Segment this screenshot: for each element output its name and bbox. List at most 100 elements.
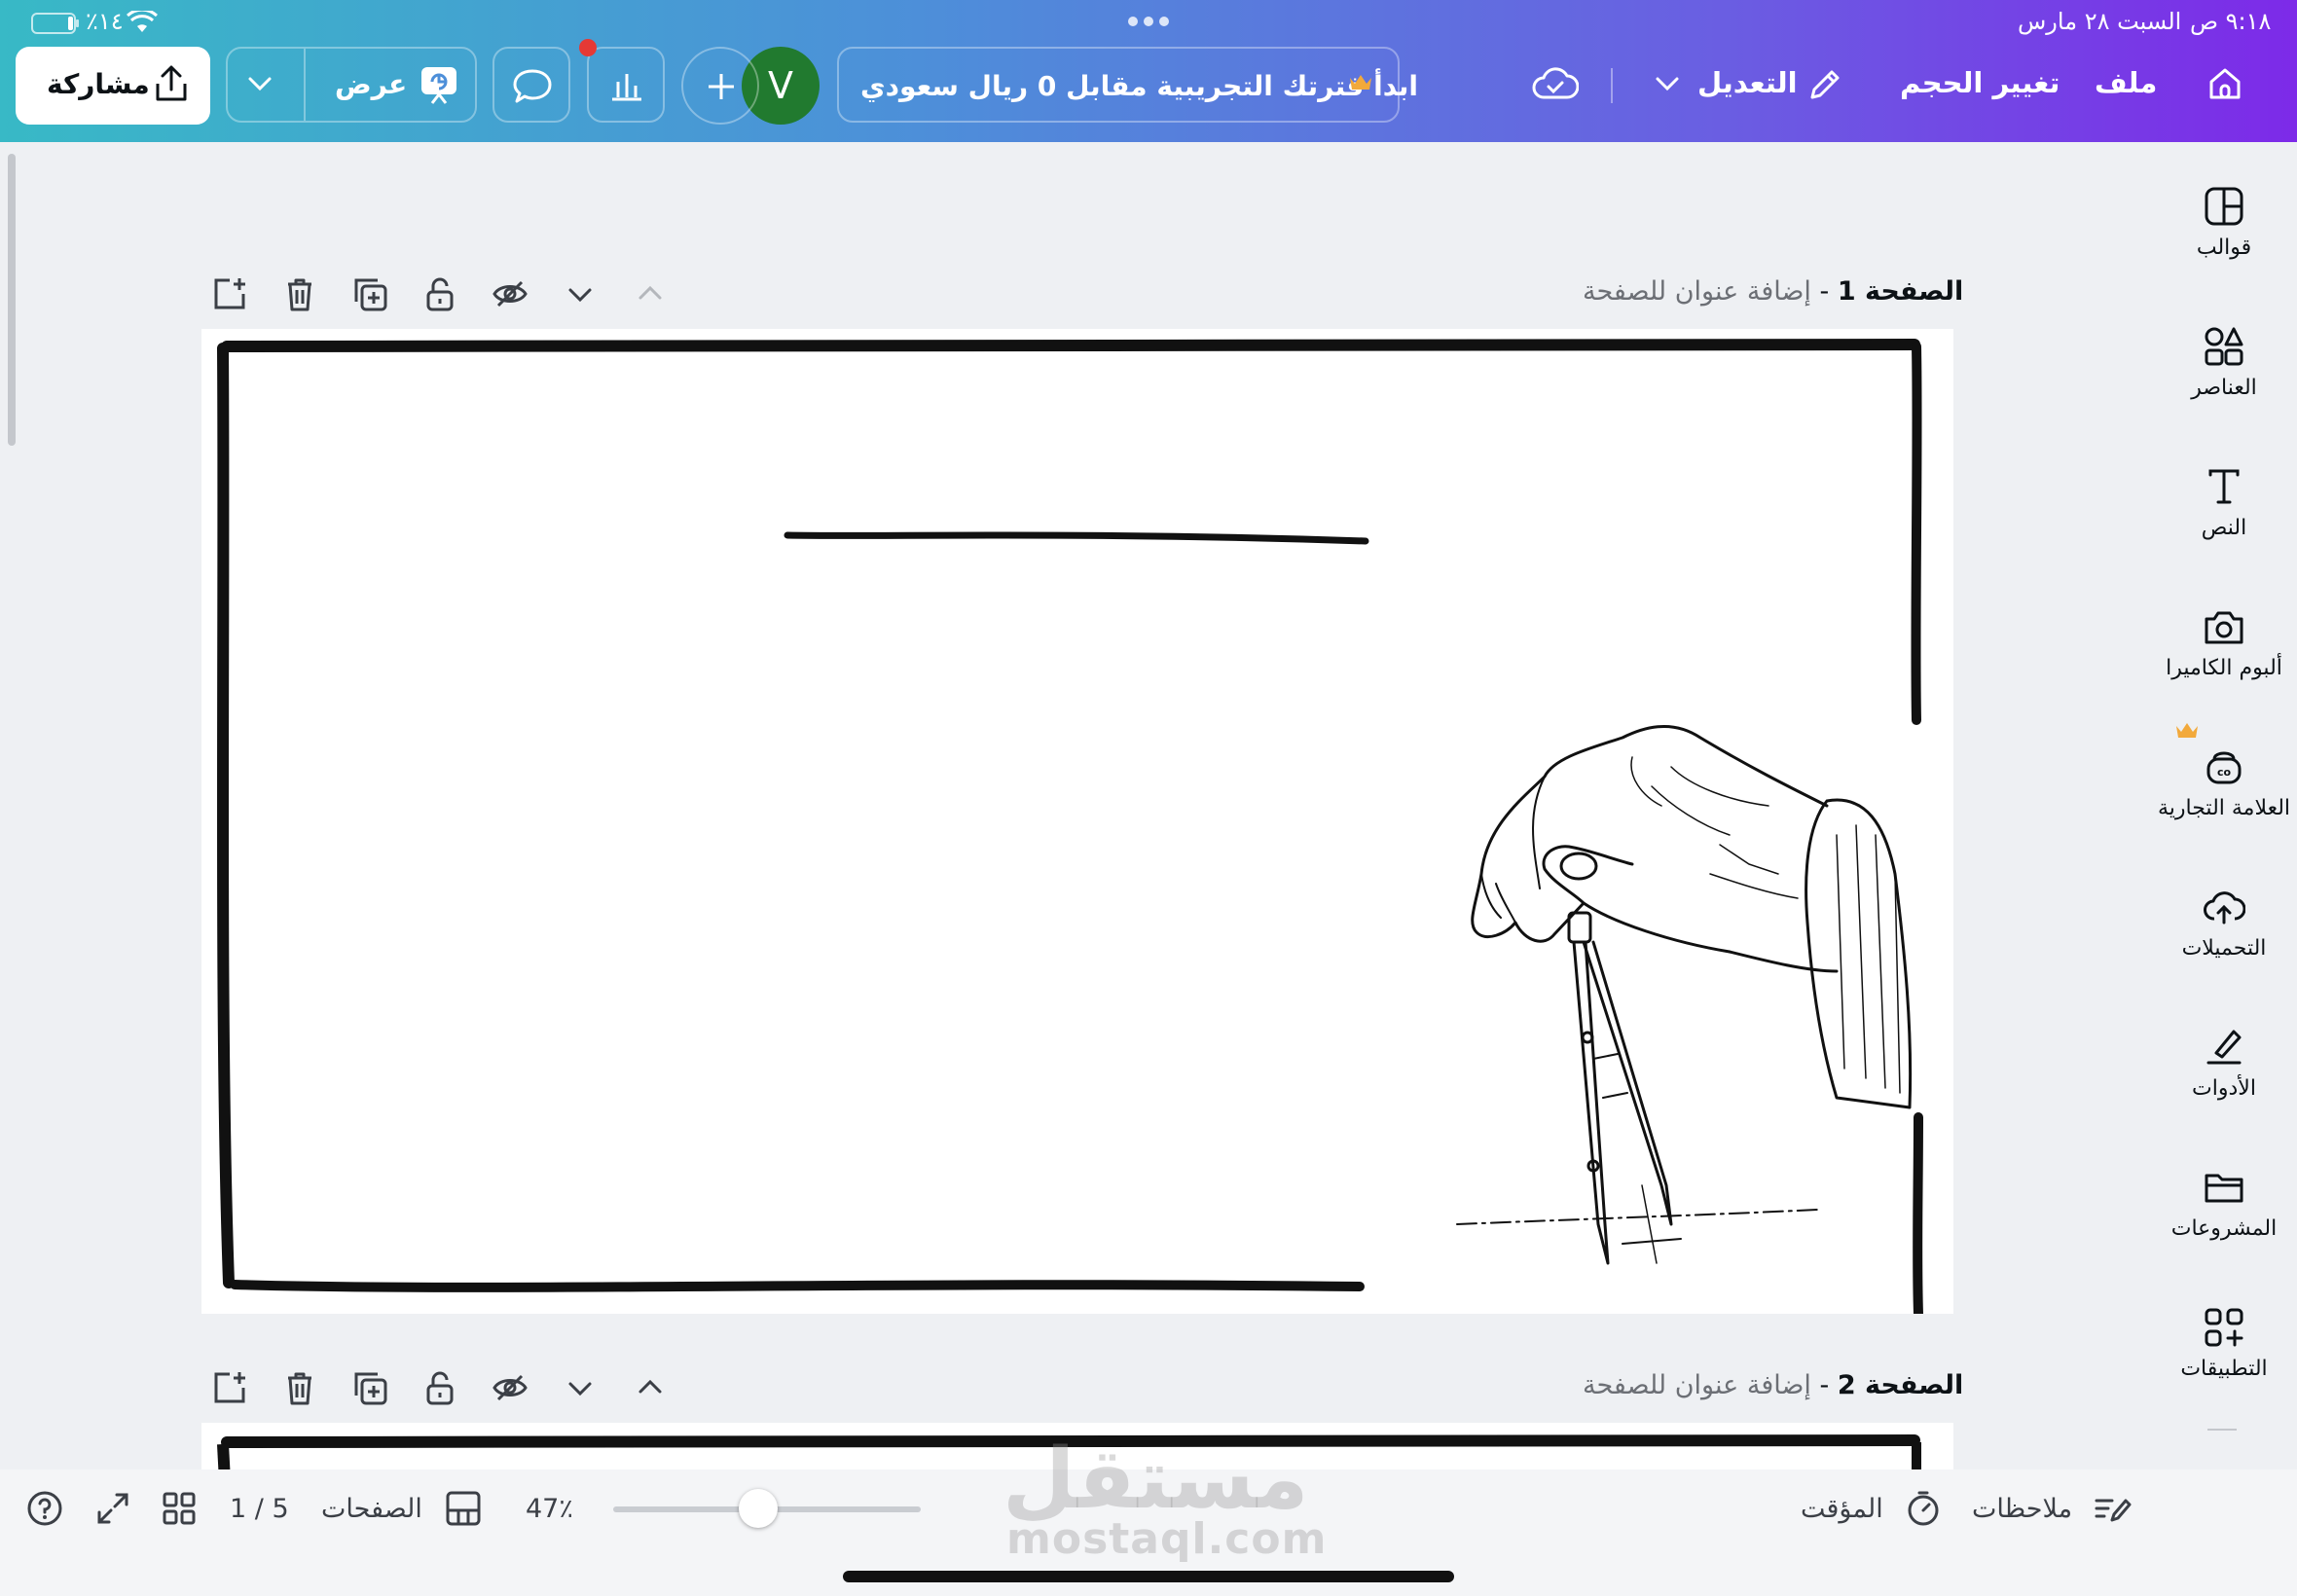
- hide-eye-icon[interactable]: [491, 274, 529, 313]
- hand-compass-illustration: [1456, 724, 1913, 1265]
- pencil-icon: [1806, 68, 1841, 107]
- sidebar-item-templates[interactable]: قوالب: [2141, 185, 2297, 260]
- zoom-slider-knob[interactable]: [738, 1489, 778, 1528]
- page-count: 1 / 5: [230, 1494, 289, 1524]
- page-title-separator: -: [1810, 276, 1838, 307]
- upload-cloud-icon: [2204, 891, 2245, 925]
- resize-menu[interactable]: تغيير الحجم: [1900, 66, 2060, 99]
- trial-banner-text: ابدأ فترتك التجريبية مقابل 0 ريال سعودي: [860, 70, 1419, 102]
- share-button[interactable]: مشاركة: [16, 47, 210, 125]
- multitask-dots-icon[interactable]: [1125, 14, 1172, 33]
- comments-button[interactable]: [492, 47, 570, 123]
- svg-text:co: co: [2217, 766, 2232, 779]
- status-date: السبت ٢٨ مارس: [2018, 8, 2182, 35]
- add-page-icon[interactable]: [210, 274, 249, 313]
- tools-icon: [2206, 1030, 2242, 1065]
- crown-icon: [1348, 72, 1373, 97]
- grid-view-icon[interactable]: [162, 1491, 197, 1526]
- sidebar-item-apps[interactable]: التطبيقات: [2141, 1306, 2297, 1381]
- add-collaborator-button[interactable]: [681, 47, 759, 125]
- wifi-icon: [126, 8, 159, 38]
- page-label: الصفحة 1: [1837, 276, 1964, 307]
- file-menu[interactable]: ملف: [2095, 66, 2157, 99]
- bar-chart-icon: [612, 74, 641, 101]
- sidebar-item-label: المشروعات: [2170, 1216, 2278, 1241]
- sidebar-item-projects[interactable]: المشروعات: [2141, 1166, 2297, 1241]
- brand-icon: co: [2206, 751, 2242, 784]
- sidebar-item-label: النص: [2201, 516, 2247, 540]
- zoom-level[interactable]: 47٪: [526, 1494, 573, 1524]
- pages-icon: [446, 1491, 481, 1526]
- divider: [304, 49, 306, 121]
- chevron-down-icon[interactable]: [561, 1368, 600, 1407]
- watermark-latin: mostaql.com: [1006, 1514, 1328, 1564]
- top-bar: السبت ٢٨ مارس ٩:١٨ ص ٪١٤ ملف تغيير الحجم…: [0, 0, 2297, 142]
- design-canvas-page-1[interactable]: [201, 329, 1953, 1314]
- crown-icon: [2176, 723, 2198, 738]
- templates-icon: [2205, 187, 2243, 226]
- present-label[interactable]: عرض: [335, 68, 407, 100]
- present-options-chevron-icon[interactable]: [247, 76, 273, 91]
- lock-open-icon[interactable]: [420, 1368, 459, 1407]
- cloud-saved-icon[interactable]: [1532, 64, 1580, 107]
- divider: [2207, 1429, 2237, 1431]
- sidebar-item-label: العلامة التجارية: [2157, 796, 2291, 820]
- page-title-1[interactable]: الصفحة 1 - إضافة عنوان للصفحة: [1583, 276, 1963, 307]
- folder-icon: [2205, 1174, 2243, 1203]
- home-icon[interactable]: [2206, 64, 2244, 107]
- sidebar-item-uploads[interactable]: التحميلات: [2141, 886, 2297, 961]
- sidebar-item-text[interactable]: النص: [2141, 465, 2297, 540]
- share-label: مشاركة: [47, 68, 150, 100]
- divider: [1611, 68, 1613, 103]
- lock-open-icon[interactable]: [420, 274, 459, 313]
- chevron-up-icon[interactable]: [631, 1368, 670, 1407]
- sidebar-item-label: الأدوات: [2192, 1076, 2256, 1101]
- sidebar-item-label: التحميلات: [2181, 936, 2267, 961]
- timer-button[interactable]: المؤقت: [1801, 1494, 1883, 1524]
- chevron-down-icon[interactable]: [561, 274, 600, 313]
- hide-eye-icon[interactable]: [491, 1368, 529, 1407]
- trash-icon[interactable]: [280, 1368, 319, 1407]
- watermark-arabic: مستقل: [1003, 1431, 1309, 1528]
- sidebar-item-tools[interactable]: الأدوات: [2141, 1026, 2297, 1101]
- vertical-scrollbar[interactable]: [8, 154, 16, 446]
- sidebar-item-label: قوالب: [2196, 236, 2252, 260]
- status-battery-text: ٪١٤: [86, 8, 124, 35]
- sidebar-item-camera-roll[interactable]: ألبوم الكاميرا: [2141, 605, 2297, 680]
- camera-icon: [2205, 611, 2243, 644]
- fullscreen-icon[interactable]: [95, 1491, 130, 1526]
- chevron-down-icon[interactable]: [1655, 76, 1680, 95]
- chevron-up-icon[interactable]: [631, 274, 670, 313]
- pages-button[interactable]: الصفحات: [321, 1494, 422, 1524]
- text-icon: [2208, 469, 2240, 504]
- share-upload-icon: [156, 65, 187, 101]
- page-title-placeholder[interactable]: إضافة عنوان للصفحة: [1583, 1370, 1811, 1400]
- timer-icon: [1908, 1491, 1939, 1526]
- add-page-icon[interactable]: [210, 1368, 249, 1407]
- notes-icon: [2095, 1499, 2132, 1522]
- sidebar-item-label: العناصر: [2191, 376, 2257, 400]
- notes-button[interactable]: ملاحظات: [1972, 1494, 2072, 1524]
- duplicate-icon[interactable]: [350, 274, 389, 313]
- page-title-placeholder[interactable]: إضافة عنوان للصفحة: [1583, 276, 1811, 307]
- present-icon: [421, 67, 456, 104]
- trial-banner-button[interactable]: ابدأ فترتك التجريبية مقابل 0 ريال سعودي: [837, 47, 1418, 123]
- trash-icon[interactable]: [280, 274, 319, 313]
- sidebar-item-label: التطبيقات: [2180, 1357, 2268, 1381]
- elements-icon: [2205, 327, 2243, 366]
- plus-icon: [709, 74, 734, 99]
- apps-icon: [2205, 1308, 2243, 1347]
- analytics-button[interactable]: [587, 47, 665, 123]
- edit-menu[interactable]: التعديل: [1697, 66, 1798, 99]
- page-label: الصفحة 2: [1837, 1370, 1964, 1400]
- page-title-2[interactable]: الصفحة 2 - إضافة عنوان للصفحة: [1583, 1370, 1963, 1400]
- sidebar-item-label: ألبوم الكاميرا: [2166, 656, 2282, 680]
- home-indicator[interactable]: [843, 1571, 1454, 1582]
- notification-dot: [579, 39, 597, 56]
- sidebar-item-elements[interactable]: العناصر: [2141, 325, 2297, 400]
- page-title-separator: -: [1810, 1370, 1838, 1400]
- sidebar-item-brand[interactable]: co العلامة التجارية: [2141, 745, 2297, 820]
- help-icon[interactable]: [25, 1489, 64, 1528]
- present-button-group[interactable]: عرض: [226, 47, 477, 123]
- duplicate-icon[interactable]: [350, 1368, 389, 1407]
